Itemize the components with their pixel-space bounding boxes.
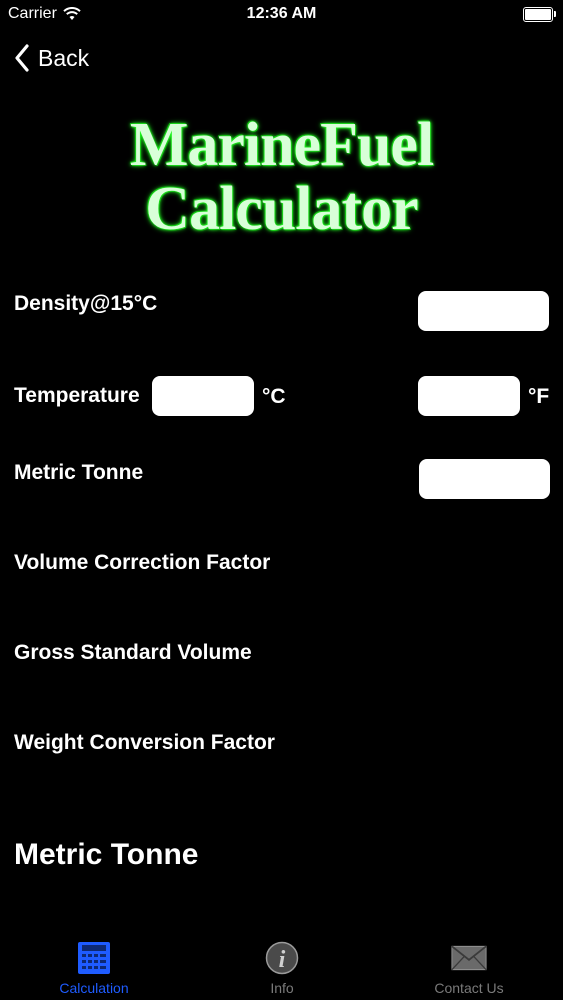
info-icon: i [264, 940, 300, 976]
chevron-left-icon [15, 44, 29, 72]
logo-line-2: Calculator [145, 175, 418, 243]
tab-contact-us-label: Contact Us [434, 980, 504, 996]
fahrenheit-unit: °F [528, 385, 550, 408]
battery-icon [523, 7, 556, 22]
logo-line-1: MarineFuel [129, 111, 434, 179]
tab-info[interactable]: i Info [188, 930, 376, 1000]
temperature-fahrenheit-input[interactable] [418, 376, 520, 416]
metric-tonne-input[interactable] [419, 459, 550, 499]
envelope-icon [451, 940, 487, 976]
tab-bar: Calculation i Info Contact Us [0, 930, 563, 1000]
metric-tonne-label: Metric Tonne [14, 461, 144, 484]
tab-calculation-label: Calculation [59, 980, 129, 996]
gsv-label: Gross Standard Volume [14, 641, 252, 664]
clock: 12:36 AM [246, 5, 317, 22]
tab-calculation[interactable]: Calculation [0, 930, 188, 1000]
temperature-celsius-input[interactable] [152, 376, 254, 416]
density-input[interactable] [418, 291, 549, 331]
back-button[interactable]: Back [14, 40, 89, 76]
calculator-icon [76, 940, 112, 976]
tab-contact-us[interactable]: Contact Us [375, 930, 563, 1000]
density-label: Density@15°C [14, 292, 158, 315]
svg-text:i: i [279, 947, 286, 973]
celsius-unit: °C [262, 385, 286, 408]
status-bar: Carrier 12:36 AM [0, 0, 563, 30]
back-label: Back [38, 44, 90, 71]
result-title: Metric Tonne [14, 838, 199, 871]
wcf-label: Weight Conversion Factor [14, 731, 275, 754]
tab-info-label: Info [270, 980, 294, 996]
temperature-label: Temperature [14, 384, 140, 407]
vcf-label: Volume Correction Factor [14, 551, 271, 574]
